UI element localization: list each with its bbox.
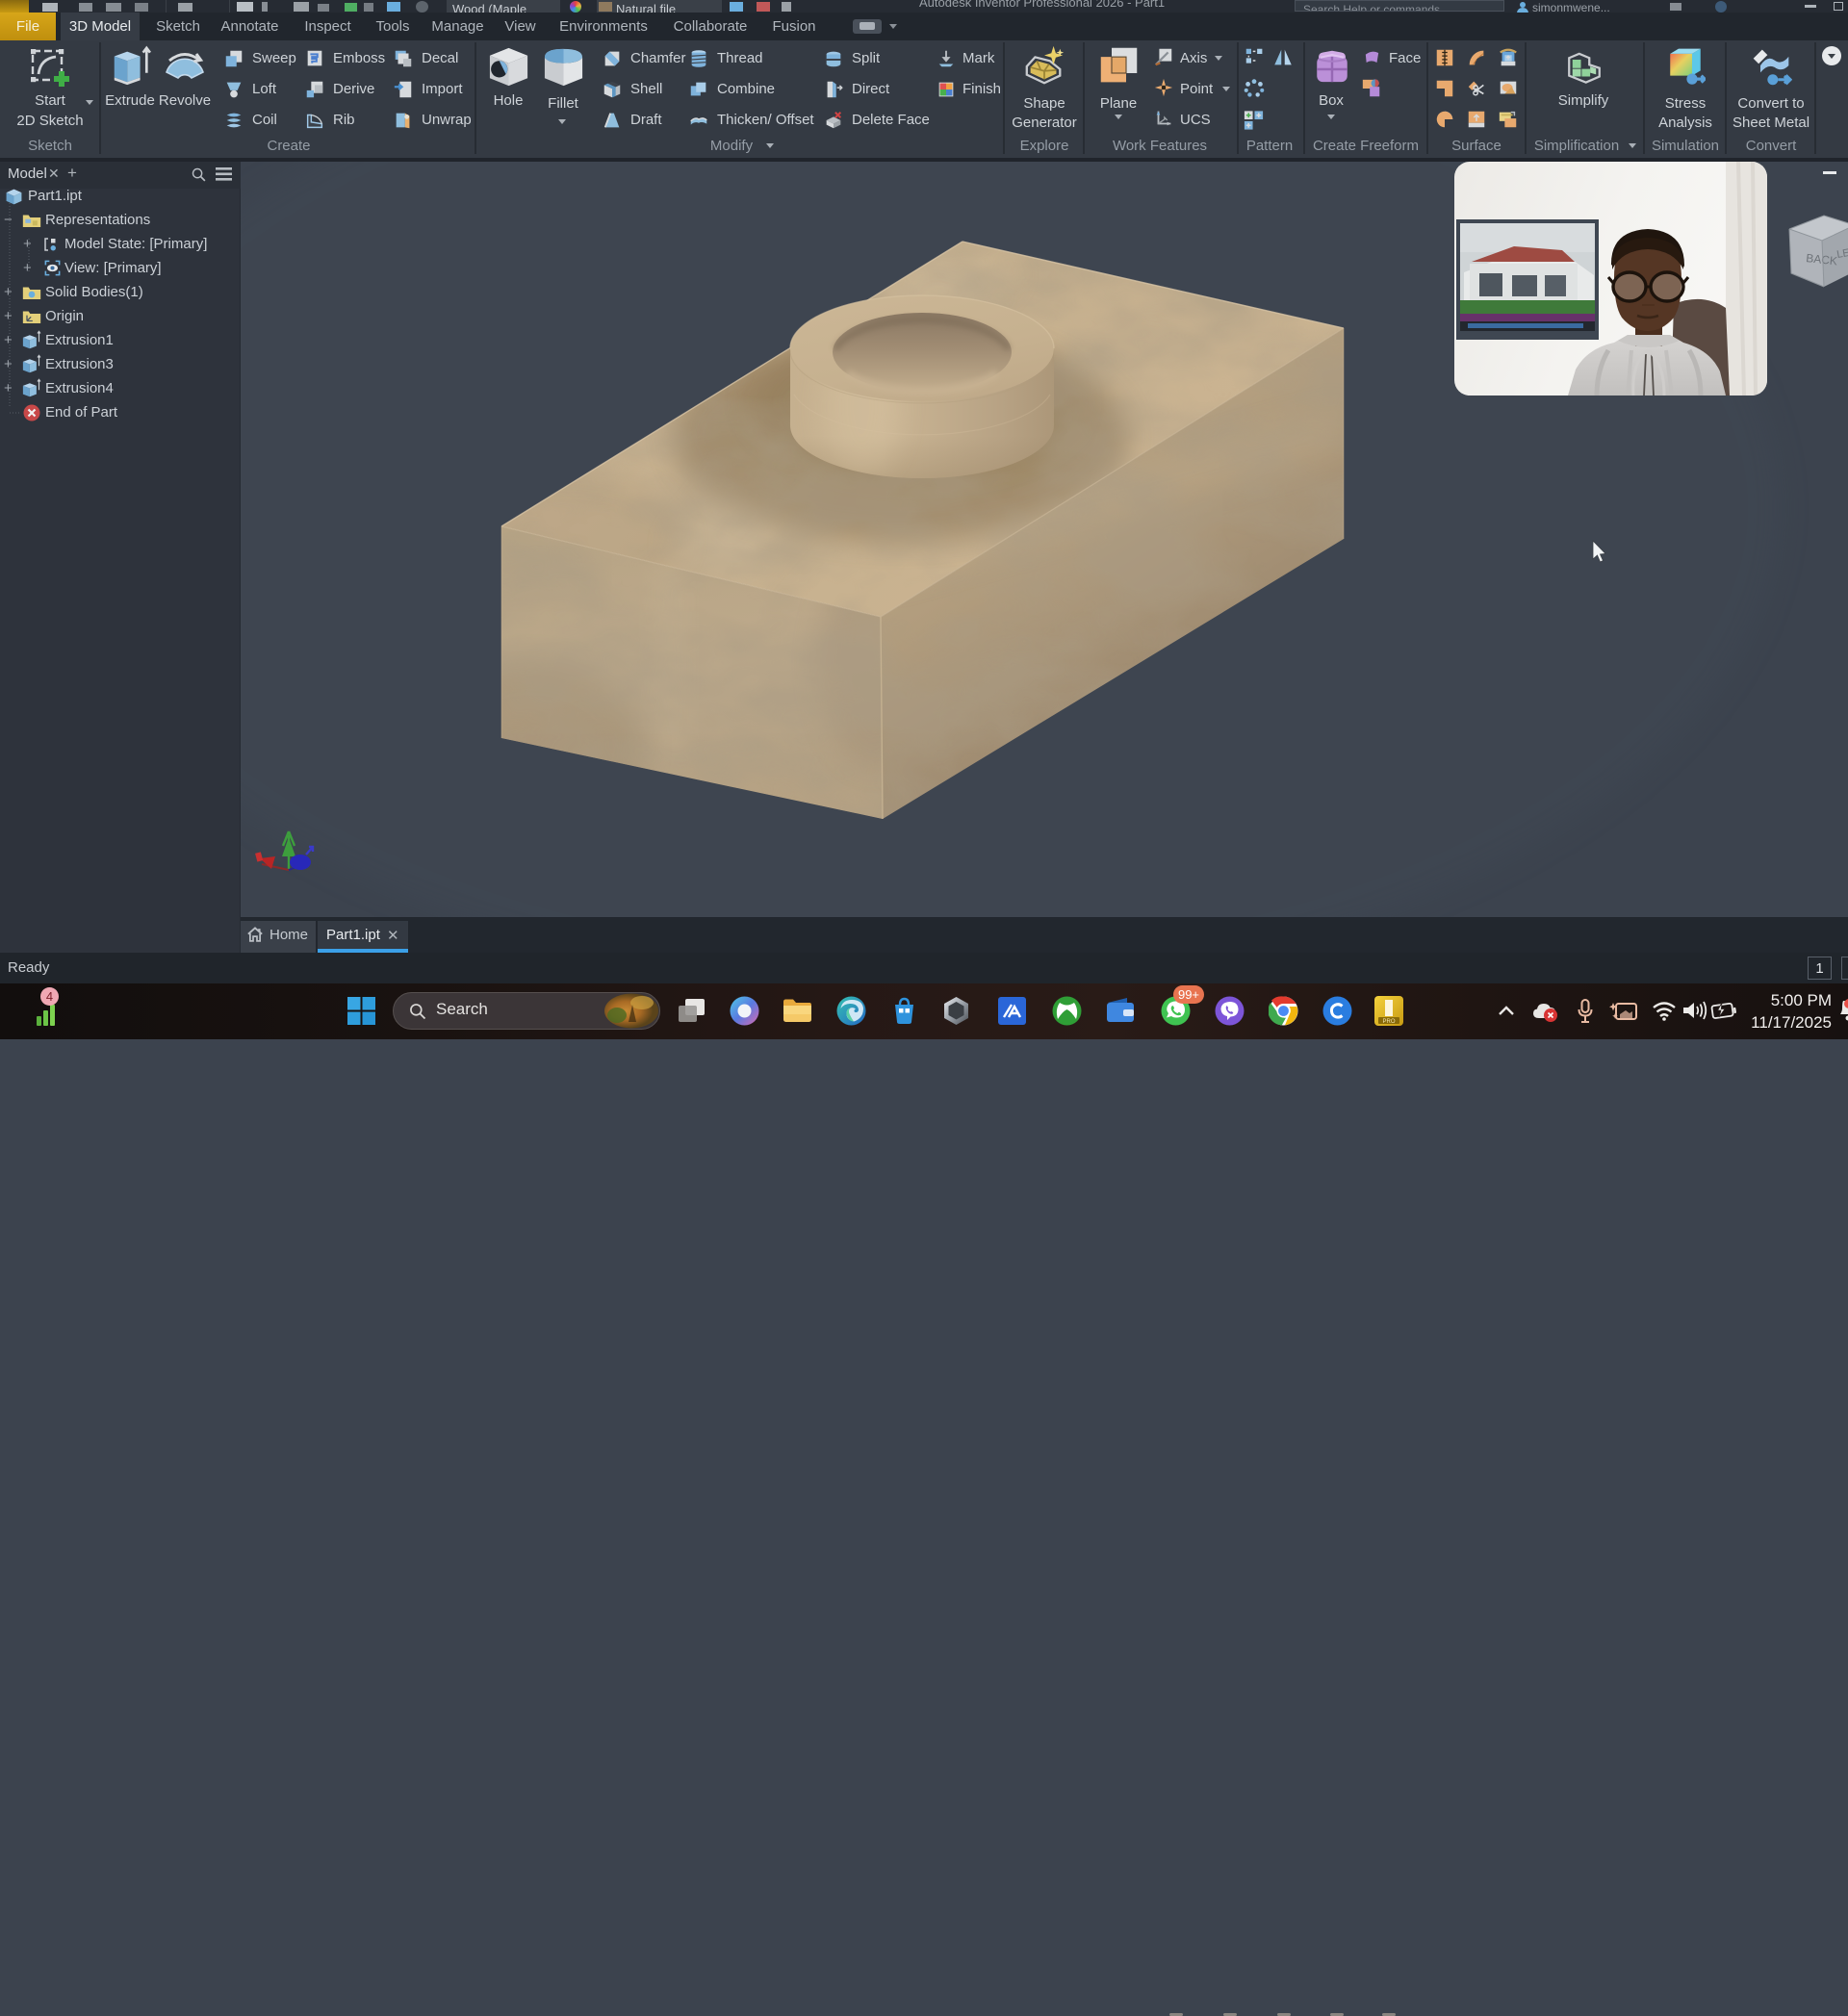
svg-text:LE: LE	[1835, 247, 1848, 261]
svg-text:PRO: PRO	[1382, 1019, 1395, 1025]
